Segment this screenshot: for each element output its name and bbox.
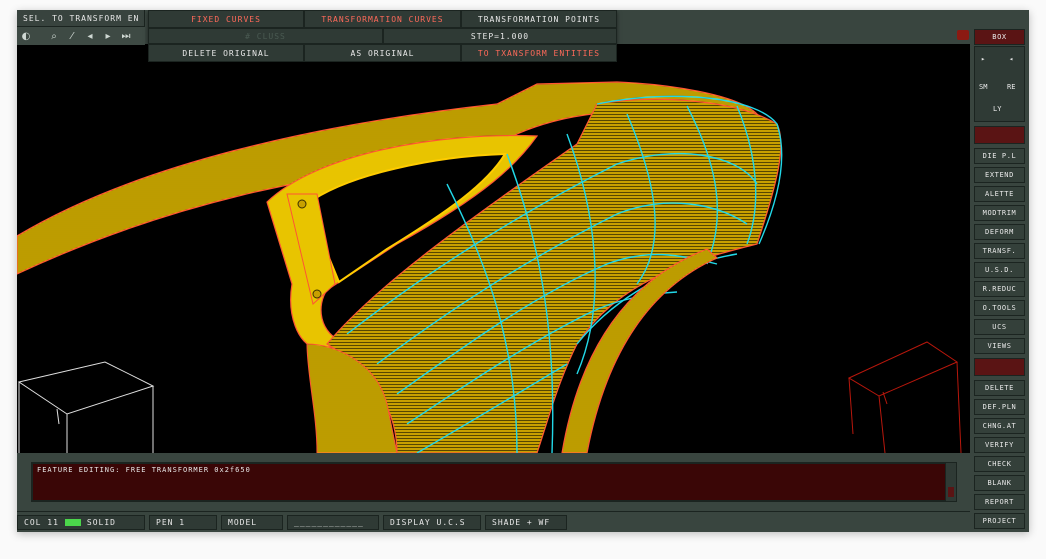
console-scrollbar[interactable] — [945, 462, 957, 502]
shade-indicator[interactable]: SHADE + WF — [485, 515, 567, 530]
end-icon[interactable]: ⏭ — [119, 29, 133, 43]
transf-button[interactable]: TRANSF. — [974, 243, 1025, 259]
classes-field[interactable]: # CLUSS — [148, 28, 383, 44]
record-indicator — [957, 30, 969, 40]
color-indicator[interactable]: COL 11 SOLID — [17, 515, 145, 530]
modtrim-button[interactable]: MODTRIM — [974, 205, 1025, 221]
chng-at-button[interactable]: CHNG.AT — [974, 418, 1025, 434]
rreduc-button[interactable]: R.REDUC — [974, 281, 1025, 297]
cad-application: SEL. TO TRANSFORM EN ◐ ⌕ ⁄ ◂ ▸ ⏭ FIXED C… — [17, 10, 1029, 532]
def-pln-button[interactable]: DEF.PLN — [974, 399, 1025, 415]
nav-sm-button[interactable]: SM — [979, 83, 987, 91]
message-console: FEATURE EDITING: FREE TRANSFORMER 0x2f65… — [31, 462, 954, 502]
pen-indicator[interactable]: PEN 1 — [149, 515, 217, 530]
step-field[interactable]: STEP=1.000 — [383, 28, 617, 44]
status-bar: COL 11 SOLID PEN 1 MODEL ____________ DI… — [17, 511, 970, 532]
blank-field[interactable]: ____________ — [287, 515, 379, 530]
views-button[interactable]: VIEWS — [974, 338, 1025, 354]
blank-button[interactable]: BLANK — [974, 475, 1025, 491]
console-scroll-thumb[interactable] — [948, 487, 954, 497]
die-pl-button[interactable]: DIE P.L — [974, 148, 1025, 164]
ucs-button[interactable]: UCS — [974, 319, 1025, 335]
as-original-button[interactable]: AS ORIGINAL — [304, 44, 461, 62]
wire-box-right — [847, 341, 962, 453]
transformation-points-button[interactable]: TRANSFORMATION POINTS — [461, 10, 617, 28]
separator-slot — [974, 358, 1025, 376]
check-button[interactable]: CHECK — [974, 456, 1025, 472]
arrow-right-icon[interactable]: ▸ — [101, 29, 115, 43]
alette-button[interactable]: ALETTE — [974, 186, 1025, 202]
report-button[interactable]: REPORT — [974, 494, 1025, 510]
pen-icon[interactable]: ⁄ — [65, 29, 79, 43]
project-button[interactable]: PROJECT — [974, 513, 1025, 529]
console-message: FEATURE EDITING: FREE TRANSFORMER 0x2f65… — [37, 466, 251, 474]
wire-box-left — [17, 361, 155, 453]
nav-right-icon[interactable]: ◂ — [1009, 55, 1013, 63]
transform-menu: FIXED CURVES TRANSFORMATION CURVES TRANS… — [148, 10, 617, 62]
command-prompt-label: SEL. TO TRANSFORM EN — [23, 13, 140, 23]
viewport-3d[interactable] — [17, 44, 970, 453]
deform-button[interactable]: DEFORM — [974, 224, 1025, 240]
verify-button[interactable]: VERIFY — [974, 437, 1025, 453]
to-transform-entities-button[interactable]: TO TXANSFORM ENTITIES — [461, 44, 617, 62]
delete-button[interactable]: DELETE — [974, 380, 1025, 396]
command-prompt: SEL. TO TRANSFORM EN — [17, 10, 145, 26]
view-toolbar: ◐ ⌕ ⁄ ◂ ▸ ⏭ — [17, 26, 145, 45]
active-slot[interactable] — [974, 126, 1025, 144]
arrow-left-icon[interactable]: ◂ — [83, 29, 97, 43]
box-button[interactable]: BOX — [974, 29, 1025, 45]
otools-button[interactable]: O.TOOLS — [974, 300, 1025, 316]
delete-original-button[interactable]: DELETE ORIGINAL — [148, 44, 304, 62]
extend-button[interactable]: EXTEND — [974, 167, 1025, 183]
view-icon[interactable]: ◐ — [19, 29, 33, 43]
usd-button[interactable]: U.S.D. — [974, 262, 1025, 278]
nav-ly-button[interactable]: LY — [993, 105, 1001, 113]
model-indicator[interactable]: MODEL — [221, 515, 283, 530]
nav-left-icon[interactable]: ▸ — [981, 55, 985, 63]
display-ucs-indicator[interactable]: DISPLAY U.C.S — [383, 515, 481, 530]
view-navigator: ▸ ◂ SM RE LY — [974, 46, 1025, 122]
right-command-panel: BOX ▸ ◂ SM RE LY DIE P.L EXTEND ALETTE M… — [970, 10, 1029, 532]
zoom-icon[interactable]: ⌕ — [47, 29, 61, 43]
color-swatch — [64, 519, 81, 526]
nav-re-button[interactable]: RE — [1007, 83, 1015, 91]
transformation-curves-button[interactable]: TRANSFORMATION CURVES — [304, 10, 461, 28]
fixed-curves-button[interactable]: FIXED CURVES — [148, 10, 304, 28]
model-render — [17, 81, 962, 453]
